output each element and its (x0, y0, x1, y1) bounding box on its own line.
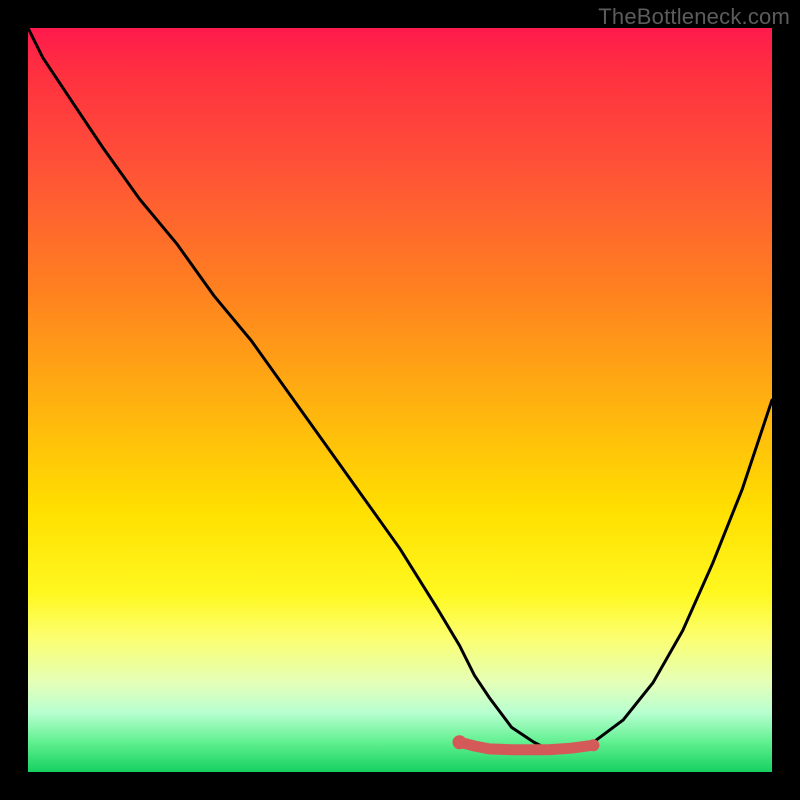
bottleneck-curve-svg (28, 28, 772, 772)
chart-frame: TheBottleneck.com (0, 0, 800, 800)
bottleneck-curve-path (28, 28, 772, 750)
highlight-dot-end (587, 739, 599, 751)
highlighted-segment-path (460, 742, 594, 750)
watermark-text: TheBottleneck.com (598, 4, 790, 30)
highlight-dot-start (453, 735, 467, 749)
plot-area (28, 28, 772, 772)
